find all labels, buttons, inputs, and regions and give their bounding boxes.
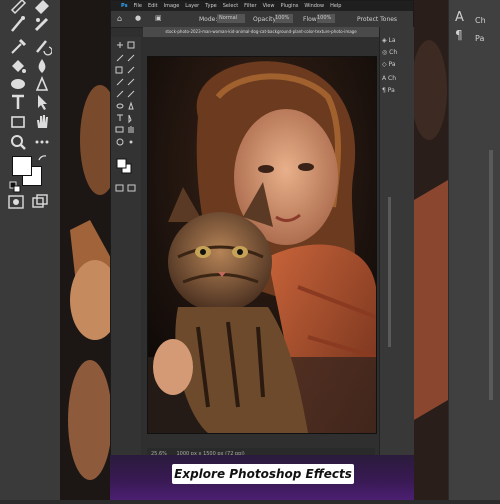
small-tool-icons[interactable] xyxy=(111,37,141,207)
home-icon[interactable]: ⌂ xyxy=(117,14,122,23)
caption-text: Explore Photoshop Effects xyxy=(172,464,354,484)
healing-brush-icon[interactable] xyxy=(32,14,52,34)
quick-mask-icon[interactable] xyxy=(6,192,26,212)
menu-help[interactable]: Help xyxy=(330,3,341,9)
right-panel: A Ch ¶ Pa xyxy=(448,0,500,500)
pen-icon[interactable] xyxy=(32,74,52,94)
ps-logo: Ps xyxy=(121,3,128,9)
menu-window[interactable]: Window xyxy=(304,3,324,9)
photoshop-window: Ps File Edit Image Layer Type Select Fil… xyxy=(110,0,414,461)
menu-bar: Ps File Edit Image Layer Type Select Fil… xyxy=(111,1,413,11)
tool-preset-icon[interactable]: ● xyxy=(135,14,141,22)
menu-edit[interactable]: Edit xyxy=(148,3,158,9)
menu-type[interactable]: Type xyxy=(205,3,216,9)
more-tools-icon[interactable] xyxy=(32,132,52,152)
inner-scrollbar[interactable] xyxy=(388,197,391,347)
menu-image[interactable]: Image xyxy=(164,3,180,9)
brush-settings-icon[interactable]: ▣ xyxy=(155,14,162,22)
panel-channels[interactable]: ◎ Ch xyxy=(382,49,397,56)
panel-label-paragraph[interactable]: Pa xyxy=(475,26,484,45)
screen-mode-icon[interactable] xyxy=(30,192,50,212)
protect-tones-label[interactable]: Protect Tones xyxy=(357,16,397,23)
opacity-label: Opacity: xyxy=(253,16,278,23)
woman-with-cat-photo xyxy=(148,57,376,433)
right-scrollbar[interactable] xyxy=(489,150,493,400)
panel-paragraph[interactable]: ¶ Pa xyxy=(382,87,395,94)
canvas-photo[interactable] xyxy=(147,56,377,434)
swap-colors-icon[interactable] xyxy=(34,152,54,172)
small-toolbar xyxy=(111,37,141,461)
menu-select[interactable]: Select xyxy=(223,3,238,9)
panel-layers[interactable]: ◈ La xyxy=(382,37,396,44)
opacity-input[interactable]: 100% xyxy=(275,14,293,23)
type-tool-icon[interactable] xyxy=(8,92,28,112)
enlarged-photo-right xyxy=(411,0,448,500)
path-selection-icon[interactable] xyxy=(32,92,52,112)
brush-icon[interactable] xyxy=(8,14,28,34)
zoom-icon[interactable] xyxy=(8,132,28,152)
enlarged-photo-left xyxy=(60,0,120,500)
menu-filter[interactable]: Filter xyxy=(244,3,256,9)
menu-view[interactable]: View xyxy=(263,3,275,9)
panel-paths[interactable]: ◇ Pa xyxy=(382,61,396,68)
menu-layer[interactable]: Layer xyxy=(185,3,199,9)
history-brush-icon[interactable] xyxy=(32,36,52,56)
menu-plugins[interactable]: Plugins xyxy=(280,3,298,9)
mode-label: Mode: xyxy=(199,16,218,23)
type-icon[interactable]: A xyxy=(455,6,464,25)
canvas-background-left xyxy=(60,0,120,500)
paragraph-icon[interactable]: ¶ xyxy=(455,24,463,43)
mode-select[interactable]: Normal xyxy=(217,14,245,23)
options-bar: ⌂ ● ▣ Mode: Normal Opacity: 100% Flow: 1… xyxy=(111,11,413,28)
hand-icon[interactable] xyxy=(32,112,52,132)
blur-icon[interactable] xyxy=(32,56,52,76)
menu-file[interactable]: File xyxy=(134,3,142,9)
panel-character[interactable]: A Ch xyxy=(382,75,396,82)
small-right-panel: ◈ La ◎ Ch ◇ Pa A Ch ¶ Pa xyxy=(379,27,414,461)
panel-label-character[interactable]: Ch xyxy=(475,8,486,27)
document-tab[interactable]: stock-photo-2023-man-woman-kid-animal-do… xyxy=(143,27,379,37)
dodge-icon[interactable] xyxy=(8,74,28,94)
flow-input[interactable]: 100% xyxy=(317,14,335,23)
foreground-color-swatch-front xyxy=(12,156,32,176)
rectangle-icon[interactable] xyxy=(8,112,28,132)
eyedropper-icon[interactable] xyxy=(8,36,28,56)
paint-bucket-icon[interactable] xyxy=(8,56,28,76)
